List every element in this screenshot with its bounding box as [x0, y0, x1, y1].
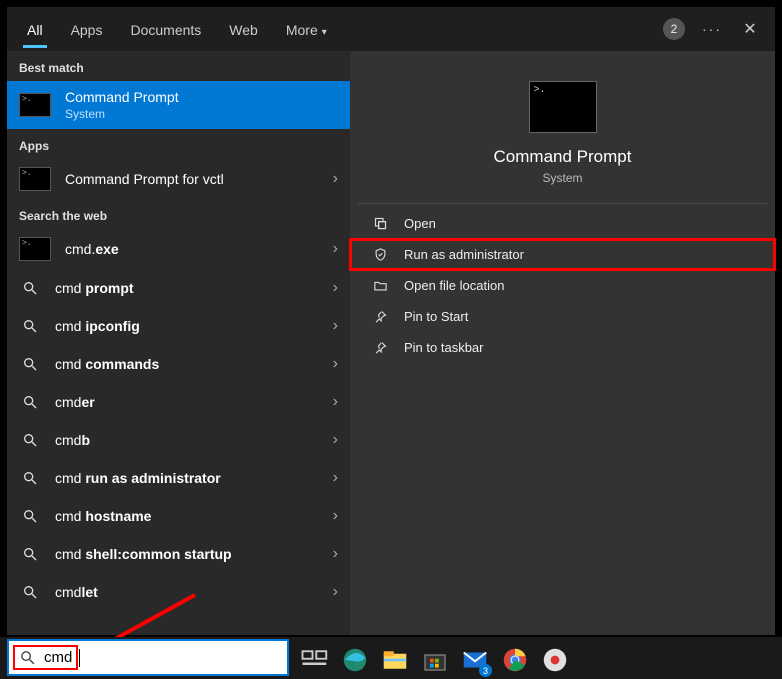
search-icon: [19, 315, 41, 337]
chevron-right-icon: ›: [333, 583, 338, 601]
windows-search-panel: All Apps Documents Web More▾ 2 ··· ✕ Bes…: [7, 7, 775, 635]
result-web[interactable]: cmd shell:common startup›: [7, 535, 350, 573]
results-list: Best match Command Prompt System Apps Co…: [7, 51, 350, 635]
preview-subtitle: System: [350, 171, 775, 185]
result-title: cmd commands: [55, 356, 333, 372]
result-title: cmder: [55, 394, 333, 410]
pin-icon: [370, 340, 390, 355]
section-best-match: Best match: [7, 51, 350, 81]
tab-more[interactable]: More▾: [272, 12, 341, 47]
edge-icon[interactable]: [340, 645, 370, 675]
action-open-file-location[interactable]: Open file location: [350, 270, 775, 301]
chevron-right-icon: ›: [333, 279, 338, 297]
cmd-icon: [19, 237, 51, 261]
result-title: cmd run as administrator: [55, 470, 333, 486]
chevron-right-icon: ›: [333, 431, 338, 449]
task-view-icon[interactable]: [300, 645, 330, 675]
result-web[interactable]: cmder›: [7, 383, 350, 421]
cmd-icon: [19, 167, 51, 191]
result-title: Command Prompt for vctl: [65, 171, 333, 187]
search-icon: [19, 277, 41, 299]
result-title: cmd.exe: [65, 241, 333, 257]
result-title: cmdlet: [55, 584, 333, 600]
recent-searches-button[interactable]: 2: [655, 10, 693, 48]
result-web[interactable]: cmd hostname›: [7, 497, 350, 535]
search-icon: [19, 581, 41, 603]
cmd-icon: [19, 93, 51, 117]
action-label: Pin to Start: [404, 309, 468, 324]
result-web[interactable]: cmd commands›: [7, 345, 350, 383]
search-icon: [19, 391, 41, 413]
microsoft-store-icon[interactable]: [420, 645, 450, 675]
file-explorer-icon[interactable]: [380, 645, 410, 675]
search-icon: [19, 649, 36, 666]
preview-title: Command Prompt: [350, 147, 775, 167]
action-open[interactable]: Open: [350, 208, 775, 239]
result-web[interactable]: cmd run as administrator›: [7, 459, 350, 497]
chevron-right-icon: ›: [333, 240, 338, 258]
taskbar-icons: 3: [300, 645, 570, 675]
result-preview-pane: Command Prompt System Open Run as adminis…: [350, 51, 775, 635]
result-title: cmdb: [55, 432, 333, 448]
tab-apps[interactable]: Apps: [57, 12, 117, 47]
result-title: cmd shell:common startup: [55, 546, 333, 562]
result-title: Command Prompt: [65, 89, 338, 105]
chevron-right-icon: ›: [333, 469, 338, 487]
preview-icon: [529, 81, 597, 133]
section-apps: Apps: [7, 129, 350, 159]
open-icon: [370, 216, 390, 231]
options-button[interactable]: ···: [693, 10, 731, 48]
search-icon: [19, 467, 41, 489]
result-web[interactable]: cmdb›: [7, 421, 350, 459]
taskbar-search-box[interactable]: cmd: [7, 639, 289, 676]
result-title: cmd prompt: [55, 280, 333, 296]
mail-icon[interactable]: 3: [460, 645, 490, 675]
result-web[interactable]: cmd.exe›: [7, 229, 350, 269]
section-web: Search the web: [7, 199, 350, 229]
search-icon: [19, 353, 41, 375]
tab-web[interactable]: Web: [215, 12, 272, 47]
shield-icon: [370, 247, 390, 262]
tab-documents[interactable]: Documents: [116, 12, 215, 47]
action-label: Run as administrator: [404, 247, 524, 262]
chevron-right-icon: ›: [333, 317, 338, 335]
text-cursor: [79, 649, 80, 667]
chevron-right-icon: ›: [333, 355, 338, 373]
chrome-icon[interactable]: [500, 645, 530, 675]
divider: [358, 203, 767, 204]
app-icon[interactable]: [540, 645, 570, 675]
result-best-match[interactable]: Command Prompt System: [7, 81, 350, 129]
action-run-as-administrator[interactable]: Run as administrator: [350, 239, 775, 270]
search-icon: [19, 505, 41, 527]
result-title: cmd hostname: [55, 508, 333, 524]
folder-icon: [370, 278, 390, 293]
chevron-right-icon: ›: [333, 393, 338, 411]
pin-icon: [370, 309, 390, 324]
result-app[interactable]: Command Prompt for vctl ›: [7, 159, 350, 199]
result-subtitle: System: [65, 107, 338, 121]
action-label: Open: [404, 216, 436, 231]
action-label: Pin to taskbar: [404, 340, 484, 355]
result-web[interactable]: cmd prompt›: [7, 269, 350, 307]
action-pin-to-start[interactable]: Pin to Start: [350, 301, 775, 332]
chevron-right-icon: ›: [333, 507, 338, 525]
search-icon: [19, 429, 41, 451]
result-title: cmd ipconfig: [55, 318, 333, 334]
search-icon: [19, 543, 41, 565]
chevron-right-icon: ›: [333, 170, 338, 188]
result-web[interactable]: cmd ipconfig›: [7, 307, 350, 345]
chevron-right-icon: ›: [333, 545, 338, 563]
search-scope-tabs: All Apps Documents Web More▾ 2 ··· ✕: [7, 7, 775, 51]
action-label: Open file location: [404, 278, 504, 293]
tab-all[interactable]: All: [13, 12, 57, 47]
search-query-text: cmd: [44, 649, 72, 666]
result-web[interactable]: cmdlet›: [7, 573, 350, 611]
action-pin-to-taskbar[interactable]: Pin to taskbar: [350, 332, 775, 363]
close-button[interactable]: ✕: [731, 10, 769, 48]
